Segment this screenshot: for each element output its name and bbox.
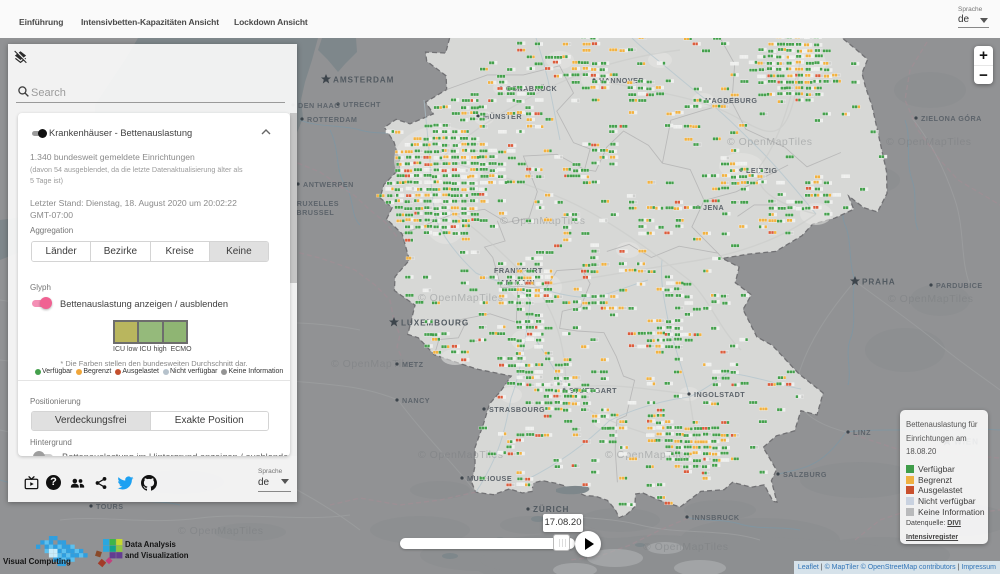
svg-text:ROTTERDAM: ROTTERDAM [307, 115, 357, 124]
svg-text:- BRUSSEL: - BRUSSEL [291, 208, 334, 217]
svg-text:and Visualization: and Visualization [125, 551, 189, 560]
svg-text:DEN HAAG: DEN HAAG [298, 101, 340, 110]
svg-text:MAGDEBURG: MAGDEBURG [705, 96, 757, 105]
svg-text:MULHOUSE: MULHOUSE [467, 474, 512, 483]
svg-text:JENA: JENA [703, 203, 724, 212]
svg-text:Data Analysis: Data Analysis [125, 540, 177, 549]
svg-text:PRAHA: PRAHA [862, 278, 896, 287]
svg-text:ZIELONA GÓRA: ZIELONA GÓRA [921, 114, 982, 123]
svg-text:© OpenMapTiles: © OpenMapTiles [727, 136, 813, 148]
svg-text:INGOLSTADT: INGOLSTADT [694, 390, 745, 399]
svg-text:LINZ: LINZ [853, 428, 871, 437]
svg-text:PARDUBICE: PARDUBICE [936, 281, 983, 290]
svg-text:NANCY: NANCY [402, 396, 430, 405]
svg-text:ZÜRICH: ZÜRICH [533, 504, 569, 514]
svg-text:© OpenMapTiles: © OpenMapTiles [643, 541, 729, 553]
svg-text:LUXEMBOURG: LUXEMBOURG [401, 319, 469, 328]
svg-text:BRUXELLES: BRUXELLES [291, 199, 339, 208]
svg-text:© OpenMapTiles: © OpenMapTiles [888, 293, 974, 305]
svg-text:STRASBOURG: STRASBOURG [489, 405, 545, 414]
svg-text:SALZBURG: SALZBURG [783, 470, 827, 479]
svg-text:UTRECHT: UTRECHT [343, 100, 381, 109]
svg-text:AMSTERDAM: AMSTERDAM [333, 76, 394, 85]
svg-text:MÜNSTER: MÜNSTER [483, 112, 522, 121]
svg-text:INNSBRUCK: INNSBRUCK [692, 513, 740, 522]
svg-text:© OpenMapTiles: © OpenMapTiles [418, 292, 504, 304]
svg-text:© OpenMapTiles: © OpenMapTiles [886, 136, 972, 148]
svg-text:METZ: METZ [402, 360, 424, 369]
svg-text:Visual Computing: Visual Computing [3, 557, 71, 566]
svg-text:ANTWERPEN: ANTWERPEN [303, 180, 354, 189]
